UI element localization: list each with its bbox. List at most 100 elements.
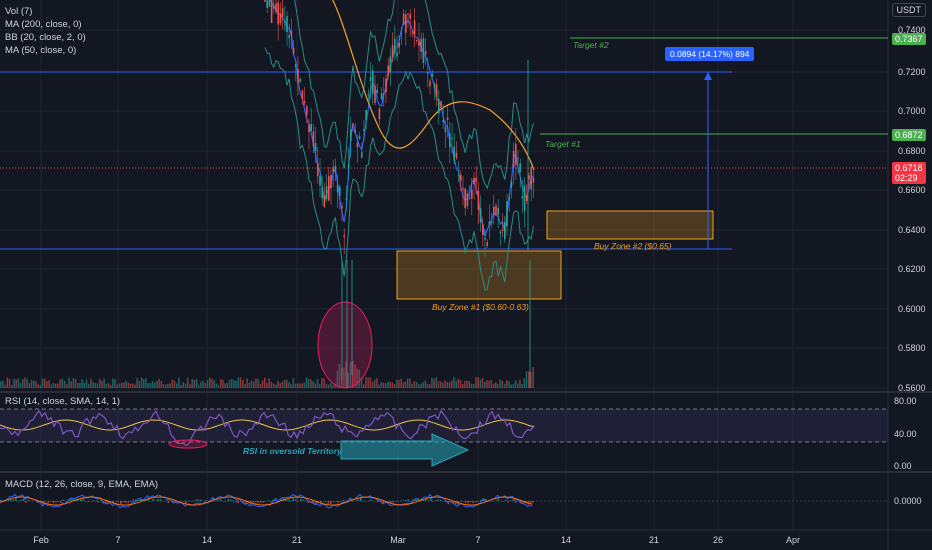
trading-chart[interactable]: 0.74000.72000.70000.68000.66000.64000.62… xyxy=(0,0,932,550)
price-axis-label: 0.5800 xyxy=(898,343,926,353)
volume-bar xyxy=(319,384,321,388)
volume-bar xyxy=(530,371,532,388)
macd-hist-bar xyxy=(335,501,337,502)
volume-bar xyxy=(283,379,286,388)
volume-bar xyxy=(184,383,187,388)
macd-hist-bar xyxy=(460,501,462,502)
ma200-legend[interactable]: MA (200, close, 0) xyxy=(5,18,86,31)
volume-bar xyxy=(323,378,325,388)
candle-body xyxy=(528,175,530,180)
macd-hist-bar xyxy=(62,499,65,501)
macd-hist-bar xyxy=(492,500,495,502)
volume-bar xyxy=(129,383,132,388)
volume-bar xyxy=(74,378,77,388)
price-axis-label: 0.7200 xyxy=(898,67,926,77)
volume-bar xyxy=(136,378,138,388)
macd-hist-bar xyxy=(235,501,237,503)
candle-body xyxy=(422,38,425,64)
candle-body xyxy=(431,74,433,78)
volume-bar xyxy=(481,378,484,388)
volume-bar xyxy=(266,382,268,388)
volume-bar xyxy=(125,380,127,388)
rsi-title[interactable]: RSI (14, close, SMA, 14, 1) xyxy=(5,396,120,407)
macd-hist-bar xyxy=(152,498,155,501)
currency-button[interactable]: USDT xyxy=(891,3,926,17)
macd-hist-bar xyxy=(410,500,412,502)
volume-bar xyxy=(70,381,72,388)
measure-label[interactable]: 0.0894 (14.17%) 894 xyxy=(665,47,755,61)
ma50-legend[interactable]: MA (50, close, 0) xyxy=(5,44,86,57)
candle-body xyxy=(515,143,517,165)
macd-level-zero: 0.0000 xyxy=(894,496,922,506)
macd-hist-bar xyxy=(510,500,512,501)
last-price-tag: 0.6718 02:29 xyxy=(892,162,926,184)
macd-hist-bar xyxy=(85,501,87,502)
vol-legend[interactable]: Vol (7) xyxy=(5,5,86,18)
macd-hist-bar xyxy=(515,501,517,503)
volume-bar xyxy=(107,383,110,388)
volume-bar xyxy=(497,384,499,388)
volume-bar xyxy=(90,378,92,388)
macd-hist-bar xyxy=(217,499,220,501)
candle-body xyxy=(501,229,504,231)
volume-bar xyxy=(444,380,446,388)
volume-bar xyxy=(28,383,31,388)
candle-body xyxy=(517,157,519,159)
macd-hist-bar xyxy=(295,499,297,501)
volume-bar xyxy=(140,377,143,388)
volume-bar xyxy=(279,383,281,388)
volume-bar xyxy=(220,379,222,388)
macd-hist-bar xyxy=(270,501,272,503)
candle-body xyxy=(363,129,365,132)
macd-hist-bar xyxy=(495,500,497,502)
macd-hist-bar xyxy=(182,501,185,502)
volume-bar xyxy=(167,383,169,388)
candle-body xyxy=(442,120,444,123)
volume-bar xyxy=(176,383,178,388)
volume-bar xyxy=(101,380,103,388)
volume-bar xyxy=(226,382,229,388)
volume-bar xyxy=(257,378,259,388)
volume-bar xyxy=(365,377,367,388)
macd-hist-bar xyxy=(512,499,515,501)
candle-body xyxy=(299,78,301,83)
indicator-legend: Vol (7) MA (200, close, 0) BB (20, close… xyxy=(5,5,86,57)
macd-hist-bar xyxy=(475,501,477,503)
volume-bar xyxy=(272,383,275,388)
candle-body xyxy=(354,130,356,133)
rsi-oversold-ellipse[interactable] xyxy=(168,439,208,449)
volume-bar xyxy=(442,382,444,388)
macd-hist-bar xyxy=(30,501,32,502)
bb-legend[interactable]: BB (20, close, 2, 0) xyxy=(5,31,86,44)
volume-bar xyxy=(189,384,191,388)
candle-body xyxy=(405,14,407,33)
macd-hist-bar xyxy=(332,501,335,502)
macd-hist-bar xyxy=(467,501,470,504)
volume-bar xyxy=(169,383,171,388)
volume-bar xyxy=(517,383,519,388)
volume-bar xyxy=(468,381,471,388)
macd-hist-bar xyxy=(222,500,225,502)
macd-hist-bar xyxy=(465,501,467,503)
buy-zone-2[interactable] xyxy=(546,210,714,240)
macd-title[interactable]: MACD (12, 26, close, 9, EMA, EMA) xyxy=(5,479,158,490)
target-2-label: Target #2 xyxy=(573,40,609,50)
macd-hist-bar xyxy=(377,501,380,503)
candle-body xyxy=(347,164,350,169)
volume-bar xyxy=(99,378,101,388)
highlight-ellipse[interactable] xyxy=(317,301,373,389)
volume-bar xyxy=(246,378,248,388)
macd-hist-bar xyxy=(427,500,430,502)
macd-hist-bar xyxy=(187,500,190,502)
volume-bar xyxy=(193,380,196,388)
volume-bar xyxy=(312,381,314,388)
candle-body xyxy=(266,0,268,8)
macd-hist-bar xyxy=(165,500,167,502)
candle-body xyxy=(526,196,528,202)
candle-body xyxy=(484,237,486,240)
candle-body xyxy=(462,188,464,190)
volume-bar xyxy=(332,384,334,388)
volume-bar xyxy=(275,384,277,388)
macd-hist-bar xyxy=(402,500,405,501)
volume-bar xyxy=(55,383,57,388)
